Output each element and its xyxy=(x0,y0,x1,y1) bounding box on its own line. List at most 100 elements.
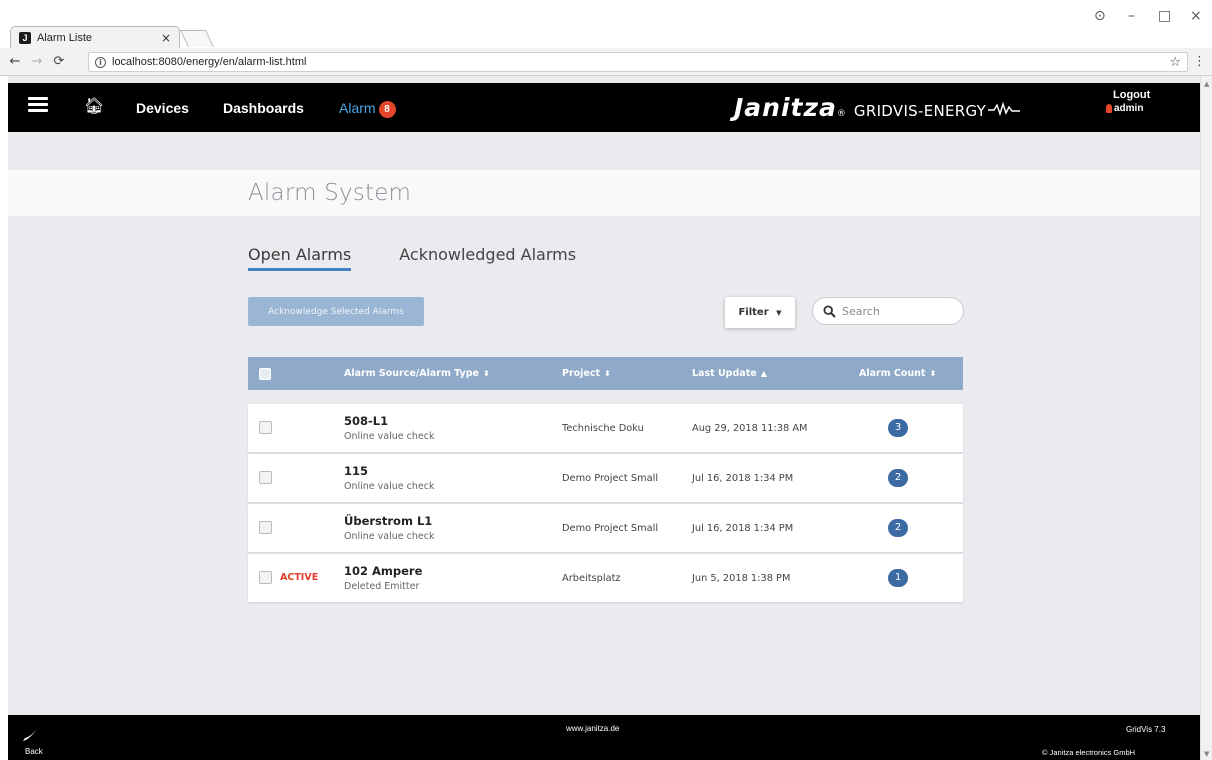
sort-icon: ⬍ xyxy=(929,369,937,378)
tab-acknowledged-alarms[interactable]: Acknowledged Alarms xyxy=(399,245,576,271)
col-last-update-label: Last Update xyxy=(692,368,757,379)
col-alarm-source[interactable]: Alarm Source/Alarm Type ⬍ xyxy=(344,368,490,379)
browser-toolbar: ← → ⟳ i localhost:8080/energy/en/alarm-l… xyxy=(0,48,1212,76)
nav-alarm[interactable]: Alarm 8 xyxy=(339,100,396,118)
nav-alarm-label: Alarm xyxy=(339,100,376,116)
search-input[interactable] xyxy=(842,304,952,318)
row-checkbox[interactable] xyxy=(259,421,272,434)
browser-menu-icon[interactable]: ⋮ xyxy=(1193,54,1206,69)
reload-icon[interactable]: ⟳ xyxy=(52,54,66,69)
user-name: admin xyxy=(1114,103,1144,114)
alarm-count-badge: 8 xyxy=(378,101,396,118)
tab-open-alarms[interactable]: Open Alarms xyxy=(248,245,352,271)
alarm-count-badge[interactable]: 1 xyxy=(888,569,908,587)
search-box[interactable] xyxy=(812,297,964,325)
url-text[interactable]: localhost:8080/energy/en/alarm-list.html xyxy=(112,56,1163,68)
col-alarm-count-label: Alarm Count xyxy=(859,368,926,379)
last-update-cell: Jul 16, 2018 1:34 PM xyxy=(692,473,794,484)
page-title: Alarm System xyxy=(248,180,412,206)
copyright-label: © Janitza electronics GmbH xyxy=(1042,748,1136,757)
browser-tab-title: Alarm Liste xyxy=(37,31,93,44)
browser-tab-strip: J Alarm Liste × ⊙ – □ × xyxy=(0,0,1212,48)
table-row[interactable]: ACTIVE 102 Ampere Deleted Emitter Arbeit… xyxy=(248,554,963,602)
sort-asc-icon: ▲ xyxy=(760,369,767,378)
user-menu: Logout admin xyxy=(1106,89,1150,114)
filter-button[interactable]: Filter ▼ xyxy=(725,297,795,328)
row-checkbox[interactable] xyxy=(259,571,272,584)
brand-registered: ® xyxy=(836,109,846,119)
row-checkbox[interactable] xyxy=(259,471,272,484)
scroll-up-icon[interactable]: ▲ xyxy=(1204,80,1209,88)
maximize-icon[interactable]: □ xyxy=(1158,8,1171,24)
window-edge xyxy=(0,76,8,760)
acknowledge-selected-button[interactable]: Acknowledge Selected Alarms xyxy=(248,297,424,326)
last-update-cell: Jul 16, 2018 1:34 PM xyxy=(692,523,794,534)
bookmark-star-icon[interactable]: ☆ xyxy=(1169,55,1181,70)
minimize-icon[interactable]: – xyxy=(1128,8,1135,24)
alarm-type: Deleted Emitter xyxy=(344,581,420,592)
profile-icon[interactable]: ⊙ xyxy=(1094,8,1106,24)
alarm-table-header: Alarm Source/Alarm Type ⬍ Project ⬍ Last U… xyxy=(248,357,963,390)
col-last-update[interactable]: Last Update ▲ xyxy=(692,368,767,379)
app-header: 🏠︎ Devices Dashboards Alarm 8 Janitza ® G… xyxy=(8,83,1200,132)
search-icon xyxy=(823,304,836,318)
row-checkbox[interactable] xyxy=(259,521,272,534)
info-icon[interactable]: i xyxy=(95,56,106,68)
table-row[interactable]: 508-L1 Online value check Technische Dok… xyxy=(248,404,963,452)
pulse-wave-icon xyxy=(988,102,1021,116)
last-update-cell: Aug 29, 2018 11:38 AM xyxy=(692,423,808,434)
browser-tab[interactable]: J Alarm Liste × xyxy=(10,26,180,48)
alarm-count-badge[interactable]: 2 xyxy=(888,469,908,487)
sort-icon: ⬍ xyxy=(604,369,611,378)
select-all-checkbox[interactable] xyxy=(259,368,271,380)
logout-link[interactable]: Logout xyxy=(1113,89,1150,101)
back-arrow-icon[interactable]: ← xyxy=(8,54,22,69)
alarm-source: 102 Ampere xyxy=(344,564,423,578)
back-swoosh-icon[interactable] xyxy=(22,728,38,742)
table-row[interactable]: Überstrom L1 Online value check Demo Pro… xyxy=(248,504,963,552)
alarm-type: Online value check xyxy=(344,431,435,442)
alarm-source: 115 xyxy=(344,464,369,478)
alarm-count-badge[interactable]: 3 xyxy=(888,419,908,437)
nav-dashboards[interactable]: Dashboards xyxy=(223,100,304,116)
page-scrollbar[interactable]: ▲ ▼ xyxy=(1200,76,1212,760)
caret-down-icon: ▼ xyxy=(776,309,782,317)
forward-arrow-icon[interactable]: → xyxy=(30,54,44,69)
close-window-icon[interactable]: × xyxy=(1190,8,1202,24)
address-bar[interactable]: i localhost:8080/energy/en/alarm-list.ht… xyxy=(88,52,1188,72)
project-cell: Technische Doku xyxy=(562,423,644,434)
col-alarm-count[interactable]: Alarm Count ⬍ xyxy=(859,368,936,379)
title-bar: Alarm System xyxy=(8,170,1200,216)
table-row[interactable]: 115 Online value check Demo Project Smal… xyxy=(248,454,963,502)
alarm-tabs: Open Alarms Acknowledged Alarms xyxy=(248,245,576,271)
last-update-cell: Jun 5, 2018 1:38 PM xyxy=(692,573,791,584)
col-alarm-source-label: Alarm Source/Alarm Type xyxy=(344,368,479,379)
project-cell: Demo Project Small xyxy=(562,473,659,484)
janitza-logo: Janitza ® GRIDVIS-ENERGY xyxy=(734,93,1021,122)
col-project-label: Project xyxy=(562,368,601,379)
brand-product: GRIDVIS-ENERGY xyxy=(853,102,987,120)
tab-close-icon[interactable]: × xyxy=(161,31,171,45)
scroll-down-icon[interactable]: ▼ xyxy=(1204,750,1209,758)
app-footer: Back www.janitza.de GridVis 7.3 © Janitz… xyxy=(8,715,1200,760)
alarm-type: Online value check xyxy=(344,531,435,542)
alarm-source: Überstrom L1 xyxy=(344,514,433,528)
hamburger-menu-icon[interactable] xyxy=(28,97,48,112)
nav-devices[interactable]: Devices xyxy=(136,100,189,116)
janitza-favicon-icon: J xyxy=(19,31,31,44)
alarm-count-badge[interactable]: 2 xyxy=(888,519,908,537)
sort-icon: ⬍ xyxy=(482,369,490,378)
status-badge: ACTIVE xyxy=(280,572,319,583)
version-label: GridVis 7.3 xyxy=(1126,725,1166,734)
col-project[interactable]: Project ⬍ xyxy=(562,368,611,379)
project-cell: Arbeitsplatz xyxy=(562,573,621,584)
project-cell: Demo Project Small xyxy=(562,523,659,534)
footer-website-link[interactable]: www.janitza.de xyxy=(566,724,619,733)
home-icon[interactable]: 🏠︎ xyxy=(84,96,104,115)
alarm-source: 508-L1 xyxy=(344,414,389,428)
sub-bar xyxy=(8,132,1200,170)
filter-label: Filter xyxy=(738,307,769,318)
new-tab-button[interactable] xyxy=(180,30,214,47)
brand-name: Janitza xyxy=(734,93,837,122)
back-link[interactable]: Back xyxy=(25,747,43,756)
